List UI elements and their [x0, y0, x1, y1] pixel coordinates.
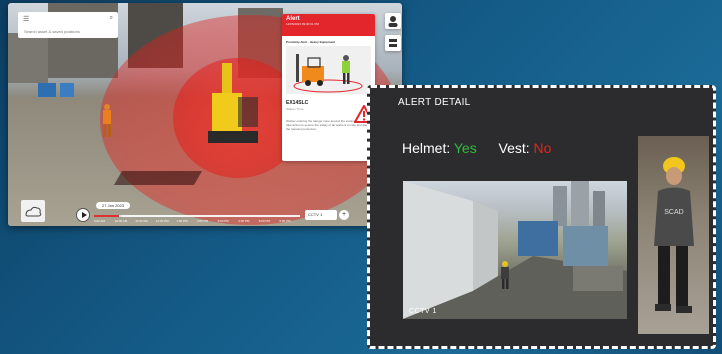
app-logo-tile[interactable] — [21, 200, 45, 222]
timeline-tick-label: 5:00 PM — [258, 219, 270, 223]
worker-model[interactable] — [100, 103, 114, 139]
shirt-text: SCAD — [664, 209, 683, 216]
worker-crop[interactable]: SCAD — [638, 136, 709, 334]
layers-button[interactable] — [385, 35, 401, 51]
play-button[interactable] — [76, 208, 90, 222]
building — [8, 33, 48, 83]
cctv-label: CCTV 1 — [409, 308, 437, 315]
user-icon — [388, 16, 398, 27]
search-placeholder: Search asset & saved positions — [24, 29, 80, 34]
site-cabin — [38, 83, 56, 97]
camera-select[interactable]: CCTV 1 — [305, 210, 337, 220]
timeline-track[interactable] — [94, 215, 300, 217]
timeline-tick-label: 3:00 PM — [217, 219, 229, 223]
alert-card[interactable]: Alert 12/05/2023 09:00:01 PM Proximity A… — [282, 14, 375, 161]
vest-value: No — [533, 140, 552, 156]
menu-icon[interactable]: ☰ — [23, 15, 29, 23]
timeline-tick-label: 2:00 PM — [197, 219, 209, 223]
search-bar[interactable]: ☰ ⌕ Search asset & saved positions — [18, 12, 118, 38]
layers-icon — [389, 39, 397, 47]
worker-crop-image: SCAD — [654, 157, 694, 313]
vest-label: Vest: — [498, 140, 530, 156]
timeline-tick-label: 6:00 PM — [279, 219, 291, 223]
ppe-status: Helmet: Yes Vest: No — [402, 140, 551, 156]
excavator-shadow — [113, 171, 203, 185]
timeline-tick-label: 12:00 PM — [155, 219, 169, 223]
timeline-tick-label: 9:00 AM — [94, 219, 106, 223]
alert-category: Proximity Alert - Heavy Equipment — [286, 40, 336, 44]
cloud-logo-icon — [25, 206, 42, 217]
alert-timestamp: 12/05/2023 09:00:01 PM — [286, 22, 319, 26]
timeline-progress — [94, 215, 119, 217]
timeline-date[interactable]: 27 Jan 2023 — [96, 202, 131, 209]
cctv-scene — [403, 181, 627, 319]
timeline-tick-label: 10:00 AM — [114, 219, 128, 223]
alert-header: Alert 12/05/2023 09:00:01 PM — [282, 14, 375, 36]
cctv-feed[interactable]: CCTV 1 — [403, 181, 627, 319]
excavator-model[interactable] — [188, 53, 278, 153]
search-icon[interactable]: ⌕ — [110, 15, 113, 22]
helmet-value: Yes — [453, 140, 477, 156]
timeline-tick-label: 11:00 AM — [135, 219, 148, 223]
plus-icon[interactable]: + — [339, 210, 349, 220]
panel-title: ALERT DETAIL — [398, 97, 471, 108]
timeline-tick-label: 1:00 PM — [176, 219, 188, 223]
site-3d-view[interactable]: ☰ ⌕ Search asset & saved positions Alert… — [8, 3, 402, 226]
helmet-label: Helmet: — [402, 140, 451, 156]
user-button[interactable] — [385, 13, 401, 29]
site-cabin — [60, 83, 74, 97]
alert-detail-panel: ALERT DETAIL Helmet: Yes Vest: No CCTV 1 — [367, 85, 716, 349]
alert-illustration — [286, 46, 371, 94]
timeline-tick-label: 4:00 PM — [238, 219, 250, 223]
